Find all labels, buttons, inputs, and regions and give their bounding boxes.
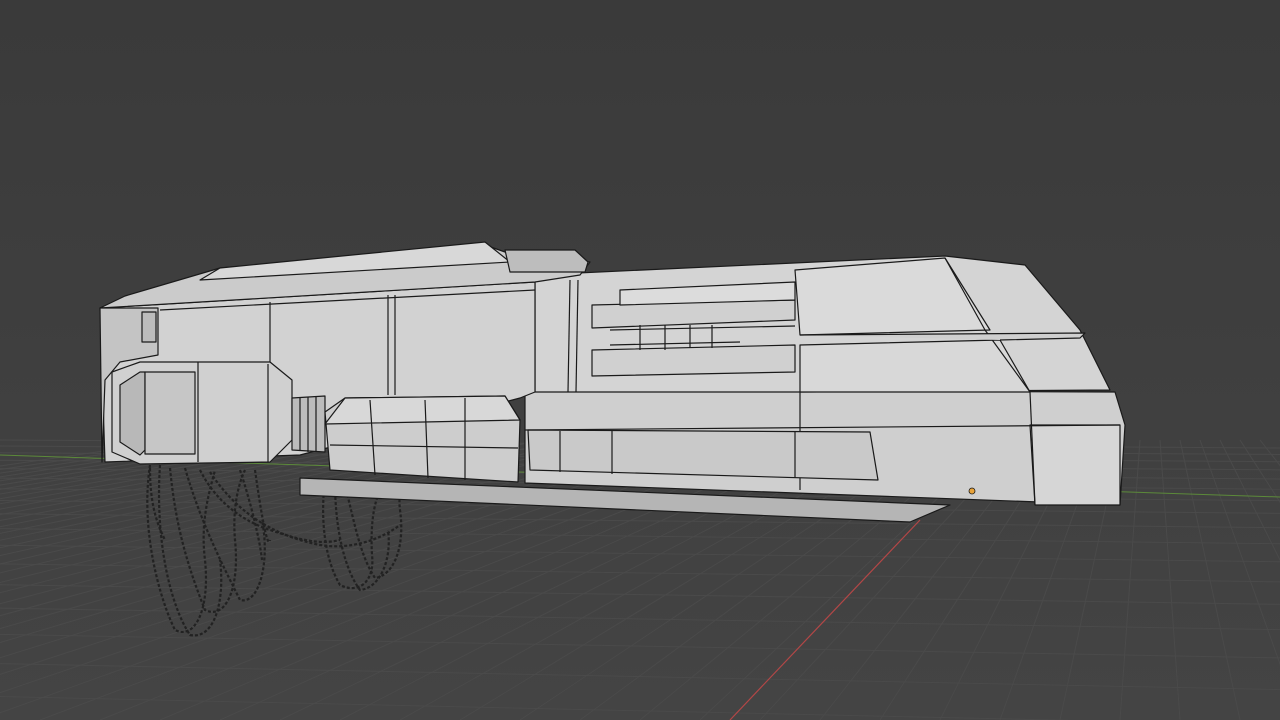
- 3d-viewport[interactable]: [0, 0, 1280, 720]
- rear-end-face: [1029, 424, 1121, 506]
- rear-side-panel-lower: [799, 339, 1031, 393]
- engine-cap: [144, 371, 196, 455]
- vent-lower: [591, 344, 796, 377]
- engine-inner-ring: [119, 371, 146, 456]
- roof-sensor: [504, 249, 589, 273]
- front-light: [141, 311, 157, 343]
- viewport-canvas[interactable]: [0, 0, 1280, 720]
- object-origin-dot[interactable]: [968, 487, 976, 495]
- side-tank-lid: [324, 395, 521, 425]
